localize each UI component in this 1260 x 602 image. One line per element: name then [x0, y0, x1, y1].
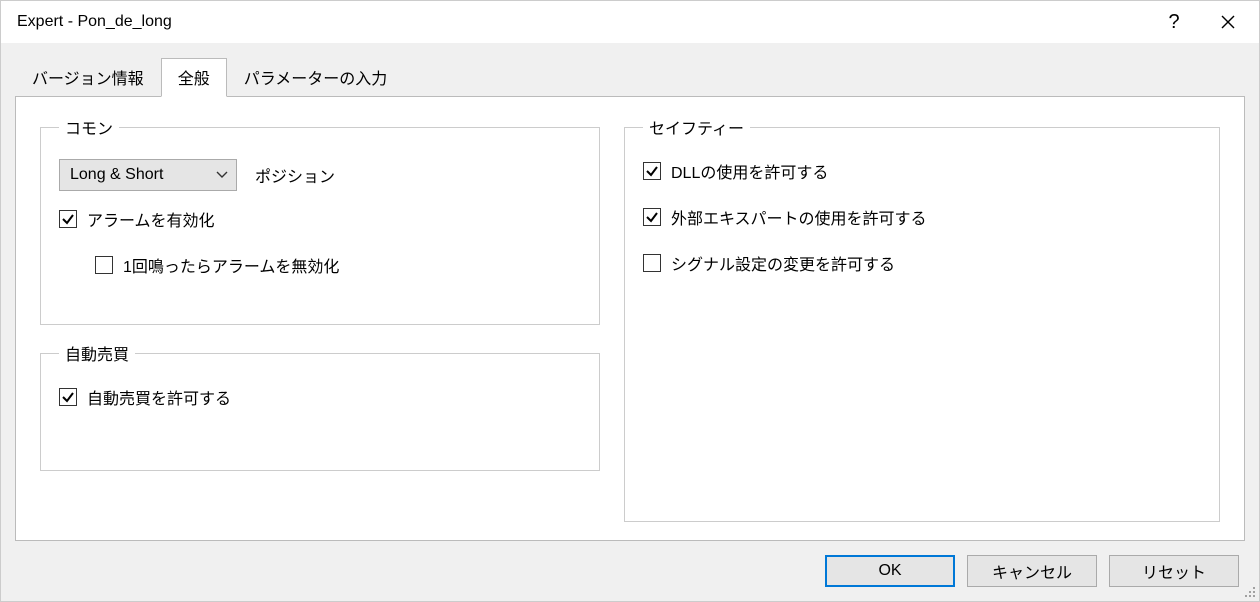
- group-safety: セイフティー DLLの使用を許可する 外部エキスパートの使用を許可する シ: [624, 115, 1220, 522]
- cancel-button[interactable]: キャンセル: [967, 555, 1097, 587]
- tab-parameters[interactable]: パラメーターの入力: [227, 58, 405, 97]
- checkbox-alarm-enable[interactable]: アラームを有効化: [59, 207, 581, 231]
- reset-button[interactable]: リセット: [1109, 555, 1239, 587]
- group-common-legend: コモン: [59, 115, 119, 139]
- titlebar: Expert - Pon_de_long ?: [1, 1, 1259, 43]
- window-title: Expert - Pon_de_long: [17, 13, 1147, 31]
- checkbox-alarm-once-disable[interactable]: 1回鳴ったらアラームを無効化: [95, 253, 581, 277]
- tab-content: コモン Long & Short ポジション ア: [15, 96, 1245, 541]
- checkbox-allow-auto-trade[interactable]: 自動売買を許可する: [59, 385, 581, 409]
- check-icon: [645, 164, 659, 178]
- close-icon: [1221, 15, 1235, 29]
- right-column: セイフティー DLLの使用を許可する 外部エキスパートの使用を許可する シ: [624, 115, 1220, 522]
- help-button[interactable]: ?: [1147, 1, 1201, 43]
- checkbox-label: DLLの使用を許可する: [671, 159, 828, 183]
- group-common: コモン Long & Short ポジション ア: [40, 115, 600, 325]
- resize-grip-icon[interactable]: [1243, 585, 1257, 599]
- position-combo[interactable]: Long & Short: [59, 159, 237, 191]
- close-button[interactable]: [1201, 1, 1255, 43]
- checkbox-label: シグナル設定の変更を許可する: [671, 251, 895, 275]
- checkbox-allow-signal-change[interactable]: シグナル設定の変更を許可する: [643, 251, 1201, 275]
- tab-general[interactable]: 全般: [161, 58, 227, 97]
- check-icon: [645, 210, 659, 224]
- check-icon: [61, 390, 75, 404]
- checkbox-allow-dll[interactable]: DLLの使用を許可する: [643, 159, 1201, 183]
- checkbox-label: アラームを有効化: [87, 207, 215, 231]
- left-column: コモン Long & Short ポジション ア: [40, 115, 600, 522]
- checkbox-label: 1回鳴ったらアラームを無効化: [123, 253, 339, 277]
- dialog-window: Expert - Pon_de_long ? バージョン情報 全般 パラメーター…: [0, 0, 1260, 602]
- group-safety-legend: セイフティー: [643, 115, 750, 139]
- check-icon: [61, 212, 75, 226]
- client-area: バージョン情報 全般 パラメーターの入力 コモン Long & Short ポ: [1, 43, 1259, 601]
- ok-button[interactable]: OK: [825, 555, 955, 587]
- group-auto-trade: 自動売買 自動売買を許可する: [40, 341, 600, 471]
- checkbox-label: 外部エキスパートの使用を許可する: [671, 205, 927, 229]
- position-label: ポジション: [255, 163, 335, 187]
- checkbox-label: 自動売買を許可する: [87, 385, 231, 409]
- group-auto-trade-legend: 自動売買: [59, 341, 135, 365]
- position-combo-value: Long & Short: [70, 166, 163, 184]
- chevron-down-icon: [216, 171, 228, 179]
- tab-strip: バージョン情報 全般 パラメーターの入力: [15, 57, 1245, 96]
- checkbox-allow-external-expert[interactable]: 外部エキスパートの使用を許可する: [643, 205, 1201, 229]
- dialog-button-row: OK キャンセル リセット: [15, 541, 1245, 601]
- tab-version-info[interactable]: バージョン情報: [15, 58, 161, 97]
